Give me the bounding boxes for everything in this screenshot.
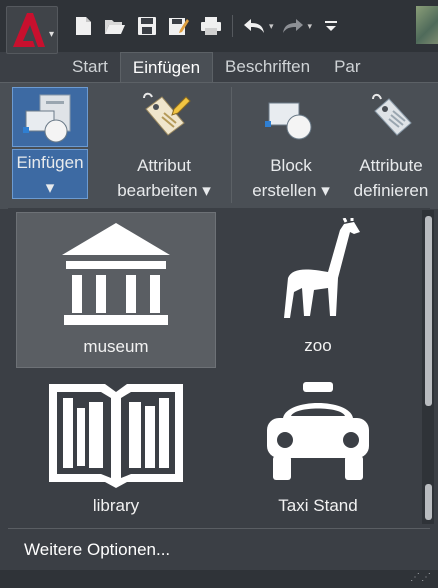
save-icon[interactable] <box>134 13 160 39</box>
chevron-down-icon: ▾ <box>45 178 55 197</box>
quick-access-buttons: ▾ ▾ <box>70 12 344 40</box>
gallery-item-taxi-stand[interactable]: Taxi Stand <box>218 372 418 528</box>
edit-attribute-label: Attribut bearbeiten ▾ <box>104 153 224 203</box>
insert-block-button[interactable]: Einfügen ▾ <box>10 83 90 209</box>
gallery-item-label: zoo <box>304 336 332 355</box>
gallery-footer <box>0 570 438 588</box>
resize-grip-icon[interactable]: ⋰⋰ <box>410 572 432 583</box>
chevron-down-icon: ▾ <box>321 181 330 200</box>
block-gallery: museum zoo library Taxi Stand <box>8 208 430 534</box>
gallery-item-label: Taxi Stand <box>278 496 358 515</box>
edit-attribute-text-2: bearbeiten <box>117 181 198 200</box>
more-options-link[interactable]: Weitere Optionen... <box>24 540 170 560</box>
define-attributes-button[interactable]: Attribute definieren <box>344 83 438 209</box>
gallery-item-label: library <box>92 496 140 515</box>
gallery-item-zoo[interactable]: zoo <box>218 212 418 368</box>
gallery-divider <box>8 528 430 529</box>
book-icon <box>16 378 216 490</box>
edit-attribute-button[interactable]: Attribut bearbeiten ▾ <box>104 83 224 209</box>
undo-dropdown-icon[interactable]: ▾ <box>269 21 274 32</box>
autocad-logo-icon <box>13 13 45 47</box>
gallery-item-library[interactable]: library <box>16 372 216 528</box>
insert-block-text: Einfügen <box>16 153 84 172</box>
create-block-icon <box>238 89 344 145</box>
insert-block-icon <box>10 89 90 145</box>
tag-icon <box>344 89 438 145</box>
application-menu-button[interactable]: ▾ <box>6 6 58 54</box>
giraffe-icon <box>218 218 418 328</box>
ribbon-panel: Einfügen ▾ Attribut bearbeiten ▾ Block e… <box>0 82 438 209</box>
edit-attribute-text-1: Attribut <box>137 156 191 175</box>
tab-beschriften[interactable]: Beschriften <box>213 52 322 82</box>
museum-icon <box>17 219 215 329</box>
toolbar-divider <box>232 15 233 37</box>
customize-icon[interactable] <box>318 13 344 39</box>
create-block-text-1: Block <box>270 156 312 175</box>
thumbnail-image <box>416 6 438 44</box>
tab-parametrisch[interactable]: Par <box>322 52 372 82</box>
plot-icon[interactable] <box>198 13 224 39</box>
ribbon-panel-divider <box>231 87 232 203</box>
gallery-item-label: museum <box>83 337 149 356</box>
new-icon[interactable] <box>70 13 96 39</box>
scrollbar-thumb[interactable] <box>425 216 432 406</box>
create-block-button[interactable]: Block erstellen ▾ <box>238 83 344 209</box>
chevron-down-icon: ▾ <box>48 29 54 40</box>
tab-einfuegen[interactable]: Einfügen <box>119 52 214 82</box>
tab-start[interactable]: Start <box>60 52 120 82</box>
define-attributes-text-2: definieren <box>353 181 429 200</box>
redo-icon[interactable] <box>280 13 306 39</box>
save-as-icon[interactable] <box>166 13 192 39</box>
create-block-label: Block erstellen ▾ <box>238 153 344 203</box>
create-block-text-2: erstellen <box>252 181 317 200</box>
ribbon-tabs: Start Einfügen Beschriften Par <box>60 52 373 82</box>
undo-icon[interactable] <box>241 13 267 39</box>
insert-block-label: Einfügen ▾ <box>12 149 88 199</box>
tag-pencil-icon <box>104 89 224 145</box>
redo-dropdown-icon[interactable]: ▾ <box>308 21 313 32</box>
gallery-item-museum[interactable]: museum <box>16 212 216 368</box>
chevron-down-icon: ▾ <box>202 181 211 200</box>
open-icon[interactable] <box>102 13 128 39</box>
define-attributes-label: Attribute definieren <box>344 153 438 203</box>
define-attributes-text-1: Attribute <box>359 156 423 175</box>
taxi-icon <box>218 378 418 488</box>
scrollbar-lower-thumb[interactable] <box>425 484 432 520</box>
